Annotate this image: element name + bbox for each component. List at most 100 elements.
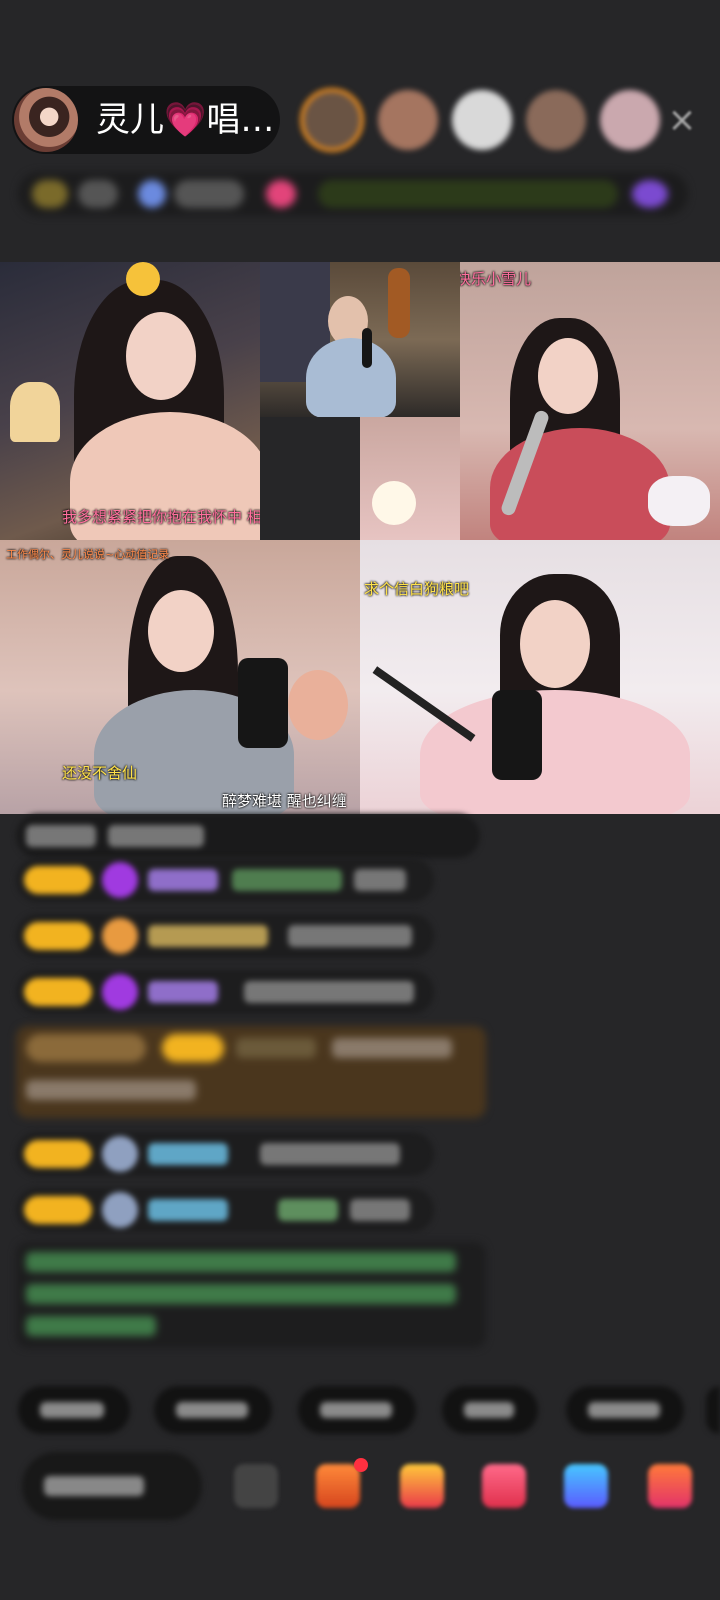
chat-message [16,970,434,1014]
video-tile-host[interactable]: 我多想紧紧把你抱在我怀中 相拥 [0,262,260,540]
viewer-avatar[interactable] [526,90,586,150]
fan-badge [24,922,92,950]
video-tile-guest-2[interactable]: 快乐小雪儿 [460,262,720,540]
chat-text [26,825,96,847]
chat-text [354,869,406,891]
fan-badge [162,1034,224,1062]
microphone-icon [492,690,542,780]
viewer-avatar[interactable] [300,88,364,152]
ticker-banner[interactable] [318,180,618,208]
notice-text [26,1316,156,1336]
shop-icon[interactable] [316,1464,360,1508]
chat-username[interactable] [148,869,218,891]
chat-message [16,858,434,902]
guest-body [306,338,396,417]
chat-text [278,1199,338,1221]
quick-reply-pill[interactable] [706,1386,720,1434]
guest3-face [148,590,214,672]
guest4-face [520,600,590,688]
quick-reply-pill[interactable] [18,1386,130,1434]
quick-reply-pill[interactable] [154,1386,272,1434]
more-icon[interactable] [234,1464,278,1508]
hamster-sticker-icon [372,481,416,525]
chat-text [350,1199,410,1221]
lamp-icon [10,382,60,442]
video-tile-guest-4[interactable]: 求个信白狗粮吧 [360,540,720,814]
user-avatar[interactable] [102,1192,138,1228]
heart-icon[interactable] [482,1464,526,1508]
user-avatar[interactable] [102,1136,138,1172]
flower-sticker-icon [126,262,160,296]
mic-boom-arm [372,666,476,742]
notice-text [26,1252,456,1272]
chat-message-list[interactable] [0,814,720,1354]
chat-username[interactable] [148,1199,228,1221]
video-tile-small[interactable] [360,417,460,540]
system-notice [16,1242,486,1348]
host-avatar[interactable] [14,88,78,152]
gift-icon[interactable] [632,180,668,208]
host-info-pill[interactable]: 灵儿💗唱… [12,86,280,154]
guest4-caption: 求个信白狗粮吧 [364,580,470,598]
room-status-bar[interactable] [18,172,688,216]
diamond-icon [102,862,138,898]
gift-icon[interactable] [648,1464,692,1508]
fan-badge [24,1196,92,1224]
gift-banner [26,1034,146,1062]
notice-text [26,1284,456,1304]
viewer-avatar-list [300,86,670,154]
chat-username[interactable] [236,1038,316,1058]
chat-text [232,869,342,891]
user-avatar[interactable] [102,918,138,954]
gift-message [16,1026,486,1118]
chat-text [260,1143,400,1165]
fan-badge [24,866,92,894]
guest2-face [538,338,598,414]
viewer-avatar[interactable] [378,90,438,150]
video-tile-guest-3[interactable]: 工作偶尔、灵儿说说~心动值记录 还没不舍仙 醉梦难堪 醒也纠缠 [0,540,360,814]
level-icon [32,180,68,208]
chat-text [332,1038,452,1058]
bottom-action-bar [0,1452,720,1524]
song-lyric-caption: 我多想紧紧把你抱在我怀中 相拥 [62,508,260,526]
top-bar: 灵儿💗唱… × [12,86,712,154]
comment-input[interactable] [22,1452,202,1520]
guitar-icon [388,268,410,338]
live-room-page: 灵儿💗唱… × 我多想紧紧把你抱在我怀中 相拥 快乐小雪儿 工作偶尔、灵儿说说~… [0,0,720,1600]
guest3-top-caption: 工作偶尔、灵儿说说~心动值记录 [6,548,170,561]
chat-username[interactable] [148,925,268,947]
host-name[interactable]: 灵儿💗唱… [96,100,274,140]
bear-plush-icon [288,670,348,740]
guest4-body [420,690,690,814]
video-tile-guest-male[interactable] [260,262,460,417]
diamond-icon [102,974,138,1010]
chat-text [244,981,414,1003]
microphone-icon [362,328,372,368]
quick-reply-bar [18,1386,720,1434]
game-icon[interactable] [564,1464,608,1508]
microphone-icon [238,658,288,748]
multi-guest-video-grid: 我多想紧紧把你抱在我怀中 相拥 快乐小雪儿 工作偶尔、灵儿说说~心动值记录 还没… [0,262,720,814]
chat-username[interactable] [148,981,218,1003]
rank-icon [138,180,166,208]
guest2-label: 快乐小雪儿 [460,270,532,288]
chat-text [288,925,412,947]
viewer-avatar[interactable] [600,90,660,150]
bear-sticker-icon [648,476,710,526]
quick-reply-pill[interactable] [442,1386,538,1434]
guest3-caption-right: 醉梦难堪 醒也纠缠 [222,792,347,810]
chat-text [108,825,204,847]
guest3-caption-left: 还没不舍仙 [62,764,138,782]
chat-message [16,1188,434,1232]
fan-badge [24,978,92,1006]
gift-box-icon[interactable] [400,1464,444,1508]
rank-text [174,180,244,208]
heat-icon [266,180,296,208]
quick-reply-pill[interactable] [298,1386,416,1434]
host-face [126,312,196,400]
close-icon[interactable]: × [662,100,702,140]
chat-username[interactable] [148,1143,228,1165]
viewer-avatar[interactable] [452,90,512,150]
fan-badge [24,1140,92,1168]
quick-reply-pill[interactable] [566,1386,684,1434]
